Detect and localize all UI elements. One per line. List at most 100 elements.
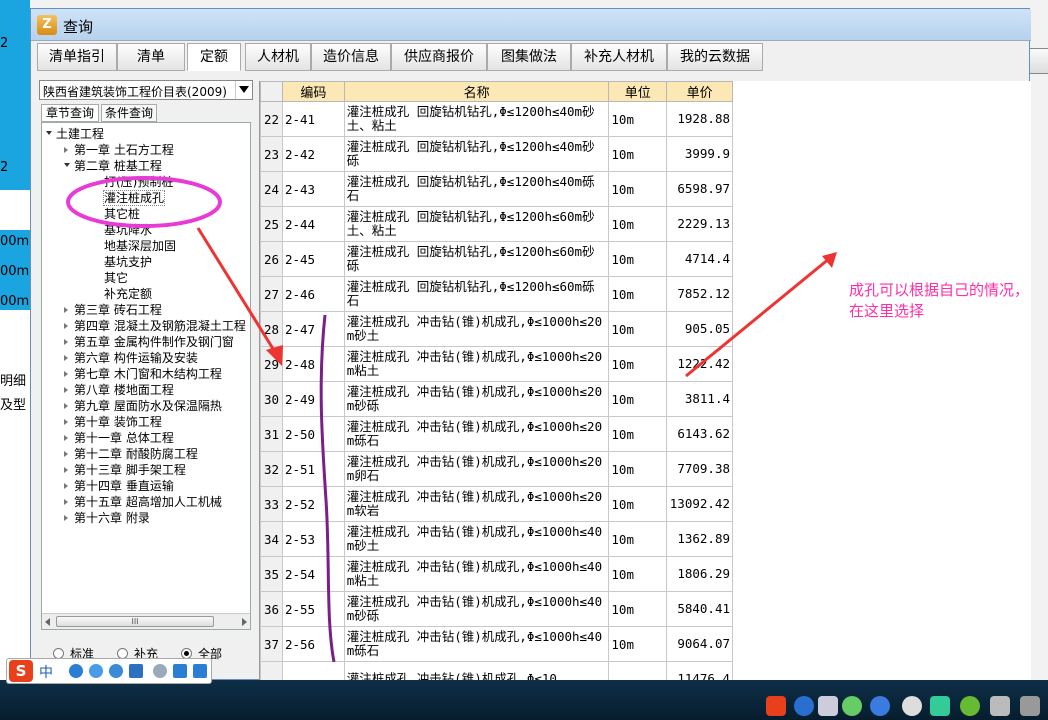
- table-row[interactable]: 32 2-51 灌注桩成孔 冲击钻(锥)机成孔,Φ≤1000h≤20m卵石 10m 77…: [260, 451, 733, 487]
- tree-item[interactable]: 基坑降水: [104, 223, 152, 237]
- scroll-left-icon[interactable]: [45, 618, 50, 626]
- qq-icon[interactable]: [902, 696, 922, 716]
- column-header-code[interactable]: 编码: [281, 81, 345, 102]
- tree-item[interactable]: 第四章 混凝土及钢筋混凝土工程: [74, 319, 246, 333]
- skin-icon[interactable]: [173, 664, 187, 678]
- tree-item[interactable]: 第二章 桩基工程: [74, 159, 162, 173]
- tree-item[interactable]: 打(压)预制桩: [104, 175, 173, 189]
- table-row[interactable]: 30 2-49 灌注桩成孔 冲击钻(锥)机成孔,Φ≤1000h≤20m砂砾 10m 38…: [260, 381, 733, 417]
- tab-cost-info[interactable]: 造价信息: [311, 43, 391, 71]
- table-row[interactable]: 37 2-56 灌注桩成孔 冲击钻(锥)机成孔,Φ≤1000h≤40m砾石 10m 90…: [260, 626, 733, 662]
- wechat-icon[interactable]: [842, 696, 862, 716]
- wrench-icon[interactable]: [193, 664, 207, 678]
- table-row[interactable]: 25 2-44 灌注桩成孔 回旋钻机钻孔,Φ≤1200h≤60m砂土、粘土 10m 22…: [260, 206, 733, 242]
- expand-arrow-icon[interactable]: [64, 515, 68, 521]
- table-row[interactable]: 29 2-48 灌注桩成孔 冲击钻(锥)机成孔,Φ≤1000h≤20m粘土 10m 12…: [260, 346, 733, 382]
- table-row[interactable]: 28 2-47 灌注桩成孔 冲击钻(锥)机成孔,Φ≤1000h≤20m砂土 10m 90…: [260, 311, 733, 347]
- user-icon[interactable]: [153, 664, 167, 678]
- tab-condition-query[interactable]: 条件查询: [101, 104, 157, 122]
- tree-item[interactable]: 第八章 楼地面工程: [74, 383, 174, 397]
- library-select[interactable]: 陕西省建筑装饰工程价目表(2009): [39, 80, 253, 100]
- table-row[interactable]: 31 2-50 灌注桩成孔 冲击钻(锥)机成孔,Φ≤1000h≤20m砾石 10m 61…: [260, 416, 733, 452]
- table-row[interactable]: 26 2-45 灌注桩成孔 回旋钻机钻孔,Φ≤1200h≤60m砂砾 10m 4714.…: [260, 241, 733, 277]
- tree-item[interactable]: 土建工程: [56, 127, 104, 141]
- tab-labor-material[interactable]: 人材机: [245, 43, 311, 71]
- emoji-icon[interactable]: [89, 664, 103, 678]
- column-header-price[interactable]: 单价: [666, 81, 733, 102]
- add-icon[interactable]: [960, 696, 980, 716]
- expand-arrow-icon[interactable]: [64, 403, 68, 409]
- table-row[interactable]: 27 2-46 灌注桩成孔 回旋钻机钻孔,Φ≤1200h≤60m砾石 10m 7852.…: [260, 276, 733, 312]
- collapse-arrow-icon[interactable]: [46, 131, 52, 135]
- expand-arrow-icon[interactable]: [64, 339, 68, 345]
- tree-item[interactable]: 第十六章 附录: [74, 511, 150, 525]
- tab-quota[interactable]: 定额: [187, 43, 241, 71]
- table-row[interactable]: 34 2-53 灌注桩成孔 冲击钻(锥)机成孔,Φ≤1000h≤40m砂土 10m 13…: [260, 521, 733, 557]
- expand-arrow-icon[interactable]: [64, 499, 68, 505]
- table-row[interactable]: 22 2-41 灌注桩成孔 回旋钻机钻孔,Φ≤1200h≤40m砂土、粘土 10m 19…: [260, 101, 733, 137]
- punctuation-icon[interactable]: [69, 664, 83, 678]
- table-row[interactable]: 35 2-54 灌注桩成孔 冲击钻(锥)机成孔,Φ≤1000h≤40m粘土 10m 18…: [260, 556, 733, 592]
- expand-arrow-icon[interactable]: [64, 451, 68, 457]
- table-row[interactable]: 33 2-52 灌注桩成孔 冲击钻(锥)机成孔,Φ≤1000h≤20m软岩 10m 13…: [260, 486, 733, 522]
- tree-item[interactable]: 其它桩: [104, 207, 140, 221]
- horizontal-scrollbar[interactable]: III: [42, 613, 250, 629]
- column-header-unit[interactable]: 单位: [608, 81, 668, 102]
- network-icon[interactable]: [990, 696, 1010, 716]
- tab-bill[interactable]: 清单: [117, 43, 185, 71]
- microphone-icon[interactable]: [109, 664, 123, 678]
- tab-atlas-method[interactable]: 图集做法: [487, 43, 571, 71]
- column-header-name[interactable]: 名称: [343, 81, 610, 102]
- tree-item[interactable]: 第十一章 总体工程: [74, 431, 174, 445]
- tree-item[interactable]: 灌注桩成孔: [102, 190, 166, 206]
- tree-item[interactable]: 补充定额: [104, 287, 152, 301]
- expand-arrow-icon[interactable]: [64, 435, 68, 441]
- tab-supplement-material[interactable]: 补充人材机: [571, 43, 667, 71]
- tree-item[interactable]: 第一章 土石方工程: [74, 143, 174, 157]
- tab-my-cloud[interactable]: 我的云数据: [667, 43, 763, 71]
- scroll-thumb[interactable]: III: [56, 616, 214, 627]
- tree-item[interactable]: 第十二章 耐酸防腐工程: [74, 447, 198, 461]
- tab-supplier-quote[interactable]: 供应商报价: [391, 43, 487, 71]
- shield-icon[interactable]: [930, 696, 950, 716]
- tab-chapter-query[interactable]: 章节查询: [41, 104, 99, 122]
- expand-arrow-icon[interactable]: [64, 355, 68, 361]
- help-icon[interactable]: [794, 696, 814, 716]
- tree-item[interactable]: 其它: [104, 271, 128, 285]
- tree-item[interactable]: 地基深层加固: [104, 239, 176, 253]
- tree-item[interactable]: 第九章 屋面防水及保温隔热: [74, 399, 222, 413]
- ime-logo[interactable]: S: [9, 660, 33, 682]
- tree-item[interactable]: 第六章 构件运输及安装: [74, 351, 198, 365]
- sogou-tray-icon[interactable]: [766, 696, 786, 716]
- table-row[interactable]: 36 2-55 灌注桩成孔 冲击钻(锥)机成孔,Φ≤1000h≤40m砂砾 10m 58…: [260, 591, 733, 627]
- tree-item[interactable]: 第十四章 垂直运输: [74, 479, 174, 493]
- table-row[interactable]: 23 2-42 灌注桩成孔 回旋钻机钻孔,Φ≤1200h≤40m砂砾 10m 3999.…: [260, 136, 733, 172]
- scroll-right-icon[interactable]: [242, 618, 247, 626]
- table-row[interactable]: 灌注桩成孔 冲击钻(锥)机成孔,Φ≤10 11476.4: [260, 661, 733, 681]
- clipboard-icon[interactable]: [818, 696, 838, 716]
- tree-item[interactable]: 第十三章 脚手架工程: [74, 463, 186, 477]
- keyboard-icon[interactable]: [129, 664, 143, 678]
- ime-language[interactable]: 中: [39, 662, 53, 682]
- expand-arrow-icon[interactable]: [64, 307, 68, 313]
- volume-icon[interactable]: [1020, 696, 1040, 716]
- tree-item[interactable]: 第十五章 超高增加人工机械: [74, 495, 222, 509]
- collapse-arrow-icon[interactable]: [64, 163, 70, 167]
- expand-arrow-icon[interactable]: [64, 467, 68, 473]
- table-row[interactable]: 24 2-43 灌注桩成孔 回旋钻机钻孔,Φ≤1200h≤40m砾石 10m 6598.…: [260, 171, 733, 207]
- tab-bill-guide[interactable]: 清单指引: [37, 43, 117, 71]
- expand-arrow-icon[interactable]: [64, 147, 68, 153]
- table-header-row: 编码 名称 单位 单价: [260, 81, 733, 102]
- code-cell: 2-42: [281, 136, 345, 172]
- expand-arrow-icon[interactable]: [64, 483, 68, 489]
- tree-item[interactable]: 第五章 金属构件制作及钢门窗: [74, 335, 234, 349]
- tree-item[interactable]: 第十章 装饰工程: [74, 415, 162, 429]
- tree-item[interactable]: 基坑支护: [104, 255, 152, 269]
- expand-arrow-icon[interactable]: [64, 371, 68, 377]
- tree-item[interactable]: 第三章 砖石工程: [74, 303, 162, 317]
- browser-icon[interactable]: [870, 696, 890, 716]
- expand-arrow-icon[interactable]: [64, 323, 68, 329]
- tree-item[interactable]: 第七章 木门窗和木结构工程: [74, 367, 222, 381]
- expand-arrow-icon[interactable]: [64, 419, 68, 425]
- expand-arrow-icon[interactable]: [64, 387, 68, 393]
